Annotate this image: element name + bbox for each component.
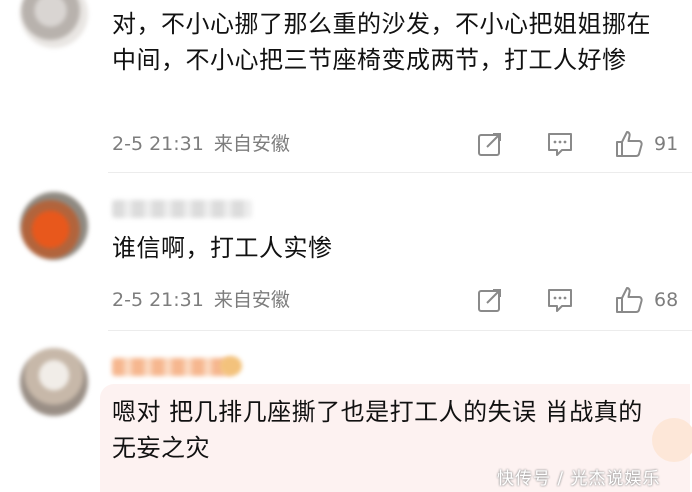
comment-location: 来自安徽 bbox=[213, 289, 290, 311]
thumbs-up-icon bbox=[616, 287, 643, 313]
user-badge-icon bbox=[220, 356, 242, 376]
comment-icon bbox=[548, 289, 572, 312]
share-button[interactable] bbox=[476, 284, 504, 316]
like-count: 91 bbox=[654, 133, 679, 155]
share-icon bbox=[478, 289, 501, 312]
username[interactable] bbox=[112, 200, 252, 218]
comment-time: 2-5 21:31 bbox=[112, 133, 204, 155]
avatar[interactable] bbox=[20, 348, 88, 416]
share-icon bbox=[478, 133, 501, 156]
divider bbox=[108, 330, 692, 331]
like-button[interactable]: 91 bbox=[614, 128, 678, 160]
avatar[interactable] bbox=[20, 192, 88, 260]
comment-button[interactable] bbox=[546, 284, 574, 316]
comment-text: 对，不小心挪了那么重的沙发，不小心把姐姐挪在中间，不小心把三节座椅变成两节，打工… bbox=[112, 10, 651, 74]
sticker-icon bbox=[652, 418, 692, 462]
divider bbox=[108, 172, 692, 173]
comment-text: 嗯对 把几排几座撕了也是打工人的失误 肖战真的无妄之灾 bbox=[112, 398, 643, 462]
like-button[interactable]: 68 bbox=[614, 284, 678, 316]
thumbs-up-icon bbox=[616, 131, 643, 157]
like-count: 68 bbox=[654, 289, 679, 311]
comment-meta: 2-5 21:31 来自安徽 91 bbox=[112, 128, 678, 160]
username[interactable] bbox=[112, 358, 232, 376]
watermark: 快传号 / 光杰说娱乐 bbox=[497, 469, 661, 489]
comment-time: 2-5 21:31 bbox=[112, 289, 204, 311]
comment-icon bbox=[548, 133, 572, 156]
avatar[interactable] bbox=[20, 0, 88, 48]
comment-meta: 2-5 21:31 来自安徽 68 bbox=[112, 284, 678, 316]
share-button[interactable] bbox=[476, 128, 504, 160]
comment-location: 来自安徽 bbox=[213, 133, 290, 155]
comment-text: 谁信啊，打工人实惨 bbox=[112, 234, 333, 262]
comment-button[interactable] bbox=[546, 128, 574, 160]
